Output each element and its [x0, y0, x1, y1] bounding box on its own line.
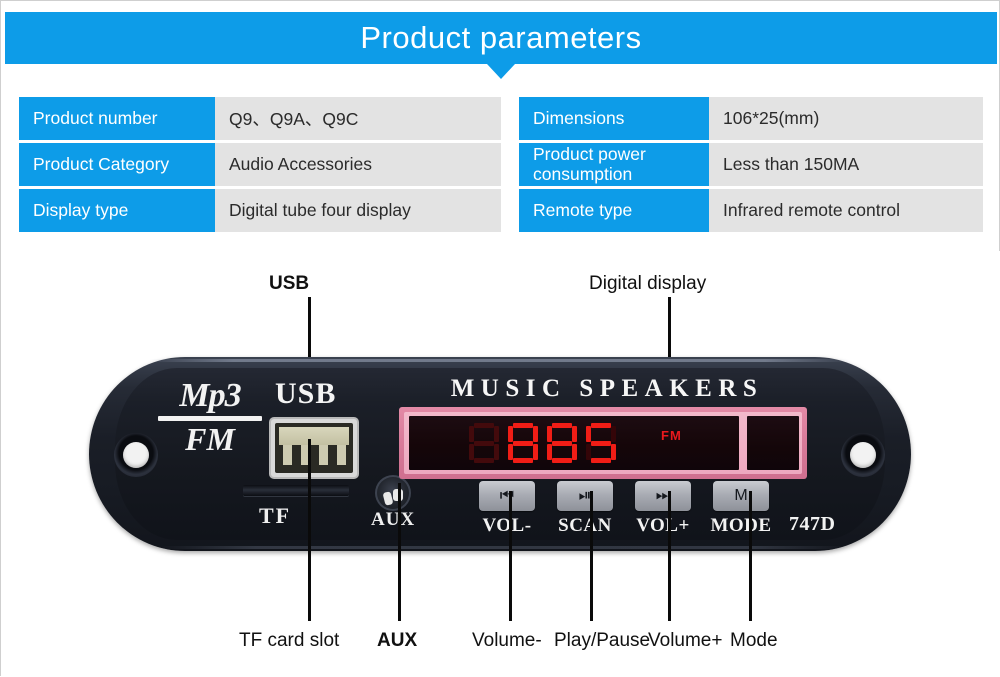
usb-pin — [283, 445, 292, 465]
board-top-highlight — [149, 359, 849, 362]
spec-key-product-category: Product Category — [19, 143, 215, 186]
banner-pointer-triangle — [487, 64, 515, 79]
mode-icon: M — [734, 487, 748, 504]
scan-label: SCAN — [558, 515, 612, 536]
annotation-play-pause: Play/Pause — [554, 630, 651, 651]
annotation-aux: AUX — [377, 630, 418, 651]
aux-jack[interactable] — [375, 475, 411, 511]
usb-contact-tongue — [279, 427, 349, 445]
spec-value-dimensions: 106*25(mm) — [709, 97, 983, 140]
mounting-hole-right-bore — [850, 442, 876, 468]
mounting-hole-left-bore — [123, 442, 149, 468]
fm-indicator: FM — [661, 428, 682, 443]
leader-line-usb — [308, 297, 311, 357]
mode-label: MODE — [710, 515, 772, 536]
aux-silkscreen-label: AUX — [371, 509, 416, 530]
mode-button[interactable]: M — [713, 481, 769, 511]
led-display-panel: FM — [409, 416, 739, 470]
seven-segment-digit — [508, 423, 538, 463]
spec-value-remote-type: Infrared remote control — [709, 189, 983, 232]
table-column-gap — [501, 189, 519, 232]
usb-port[interactable] — [271, 419, 357, 477]
spec-key-product-number: Product number — [19, 97, 215, 140]
previous-track-icon: ⏮ — [499, 487, 515, 504]
volume-up-button[interactable]: ⏭ — [635, 481, 691, 511]
volume-up-label: VOL+ — [636, 515, 690, 536]
spec-value-product-category: Audio Accessories — [215, 143, 501, 186]
spec-key-dimensions: Dimensions — [519, 97, 709, 140]
annotation-usb: USB — [269, 273, 310, 294]
display-bezel: FM — [399, 407, 807, 479]
spec-key-power-consumption: Product power consumption — [519, 143, 709, 186]
spec-key-display-type: Display type — [19, 189, 215, 232]
seven-segment-digit — [547, 423, 577, 463]
leader-line-mode — [749, 491, 752, 621]
table-row: Product Category Audio Accessories Produ… — [19, 143, 983, 186]
annotation-volume-up: Volume+ — [648, 630, 723, 651]
logo-fm-text: FM — [185, 421, 235, 457]
volume-down-button[interactable]: ⏮ — [479, 481, 535, 511]
next-track-icon: ⏭ — [655, 487, 671, 504]
spec-value-product-number: Q9、Q9A、Q9C — [215, 97, 501, 140]
annotation-digital-display: Digital display — [589, 273, 707, 294]
annotation-volume-down: Volume- — [472, 630, 542, 651]
table-row: Display type Digital tube four display R… — [19, 189, 983, 232]
leader-line-aux — [398, 483, 401, 621]
model-number-silkscreen: 747D — [789, 513, 836, 535]
usb-pin — [337, 445, 346, 465]
page-title: Product parameters — [360, 20, 642, 55]
table-column-gap — [501, 143, 519, 186]
leader-line-tf-card-slot — [308, 439, 311, 621]
tf-card-slot[interactable] — [243, 485, 349, 496]
seven-segment-digits — [469, 423, 616, 463]
scan-button[interactable]: ⏯ — [557, 481, 613, 511]
volume-down-label: VOL- — [482, 515, 532, 536]
table-row: Product number Q9、Q9A、Q9C Dimensions 106… — [19, 97, 983, 140]
logo-mp3-text: Mp3 — [179, 377, 241, 414]
mp3-fm-logo: Mp3 FM — [151, 379, 269, 457]
usb-pin — [319, 445, 328, 465]
header-banner: Product parameters — [5, 12, 997, 64]
leader-line-volume-up — [668, 491, 671, 621]
usb-silkscreen-label: USB — [275, 377, 337, 410]
brand-text: MUSIC SPEAKERS — [450, 375, 764, 402]
usb-port-cavity — [275, 423, 353, 473]
spec-value-display-type: Digital tube four display — [215, 189, 501, 232]
spec-key-remote-type: Remote type — [519, 189, 709, 232]
leader-line-play-pause — [590, 491, 593, 621]
mounting-hole-right — [841, 433, 885, 477]
annotation-mode: Mode — [730, 630, 778, 651]
board-bottom-highlight — [159, 546, 849, 549]
tf-silkscreen-label: TF — [259, 503, 292, 528]
product-parameters-page: Product parameters Product number Q9、Q9A… — [0, 0, 1000, 677]
table-column-gap — [501, 97, 519, 140]
product-diagram: USB Digital display Mp3 FM USB TF AUX MU… — [1, 251, 1000, 677]
leader-line-volume-down — [509, 491, 512, 621]
seven-segment-digit — [586, 423, 616, 463]
specification-table: Product number Q9、Q9A、Q9C Dimensions 106… — [19, 94, 983, 235]
seven-segment-digit-ghost — [469, 423, 499, 463]
play-pause-icon: ⏯ — [578, 487, 592, 504]
spec-value-power-consumption: Less than 150MA — [709, 143, 983, 186]
display-side-window — [747, 416, 799, 470]
annotation-tf-card-slot: TF card slot — [239, 630, 340, 651]
aux-jack-contact — [382, 491, 394, 506]
mp3-decoder-board: Mp3 FM USB TF AUX MUSIC SPEAKERS FM ⏮ VO… — [89, 357, 911, 551]
